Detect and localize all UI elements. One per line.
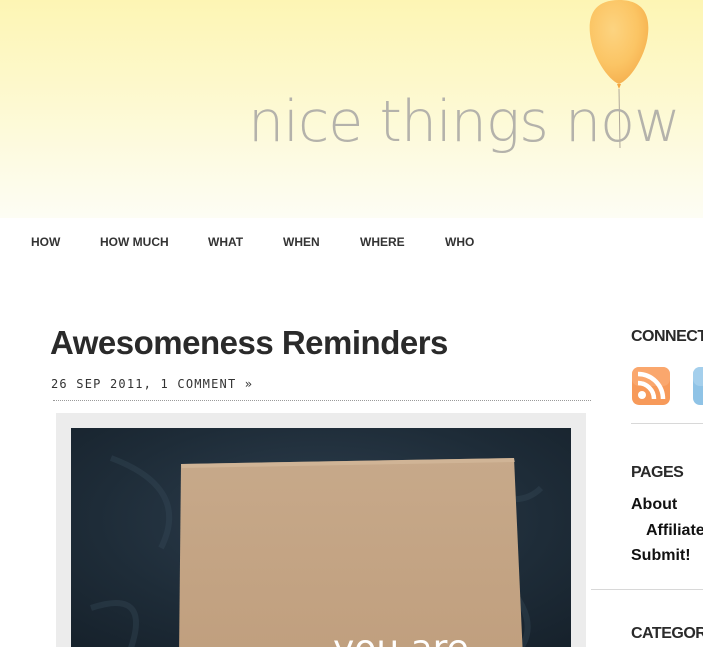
page-link-about[interactable]: About xyxy=(631,496,677,514)
nav-item-who[interactable]: WHO xyxy=(445,235,474,249)
pages-divider xyxy=(591,589,703,590)
connect-widget-title: CONNECT xyxy=(631,328,703,345)
social-icon[interactable] xyxy=(693,366,703,406)
meta-divider xyxy=(53,400,591,401)
rss-feed-icon[interactable] xyxy=(631,366,671,406)
post-date: 26 SEP 2011, xyxy=(51,377,153,391)
nav-item-how-much[interactable]: HOW MUCH xyxy=(100,235,169,249)
main-nav: HOW HOW MUCH WHAT WHEN WHERE WHO xyxy=(8,218,703,278)
nav-item-what[interactable]: WHAT xyxy=(208,235,243,249)
nav-item-where[interactable]: WHERE xyxy=(360,235,405,249)
page-link-submit[interactable]: Submit! xyxy=(631,547,691,565)
post-meta: 26 SEP 2011, 1 COMMENT » xyxy=(51,377,253,391)
site-header: nice things now xyxy=(0,0,703,218)
categories-widget-title: CATEGOR xyxy=(631,625,703,642)
site-title[interactable]: nice things now xyxy=(248,94,681,151)
post-image[interactable]: you are xyxy=(71,428,571,647)
nav-item-how[interactable]: HOW xyxy=(31,235,60,249)
page-link-affiliate[interactable]: Affiliate xyxy=(646,522,703,540)
comments-link[interactable]: 1 COMMENT » xyxy=(161,377,254,391)
post-title[interactable]: Awesomeness Reminders xyxy=(50,324,448,362)
connect-divider xyxy=(631,423,703,424)
post-image-graphic: you are xyxy=(71,428,571,647)
post-image-text: you are xyxy=(333,628,469,647)
nav-item-when[interactable]: WHEN xyxy=(283,235,320,249)
pages-widget-title: PAGES xyxy=(631,464,684,481)
